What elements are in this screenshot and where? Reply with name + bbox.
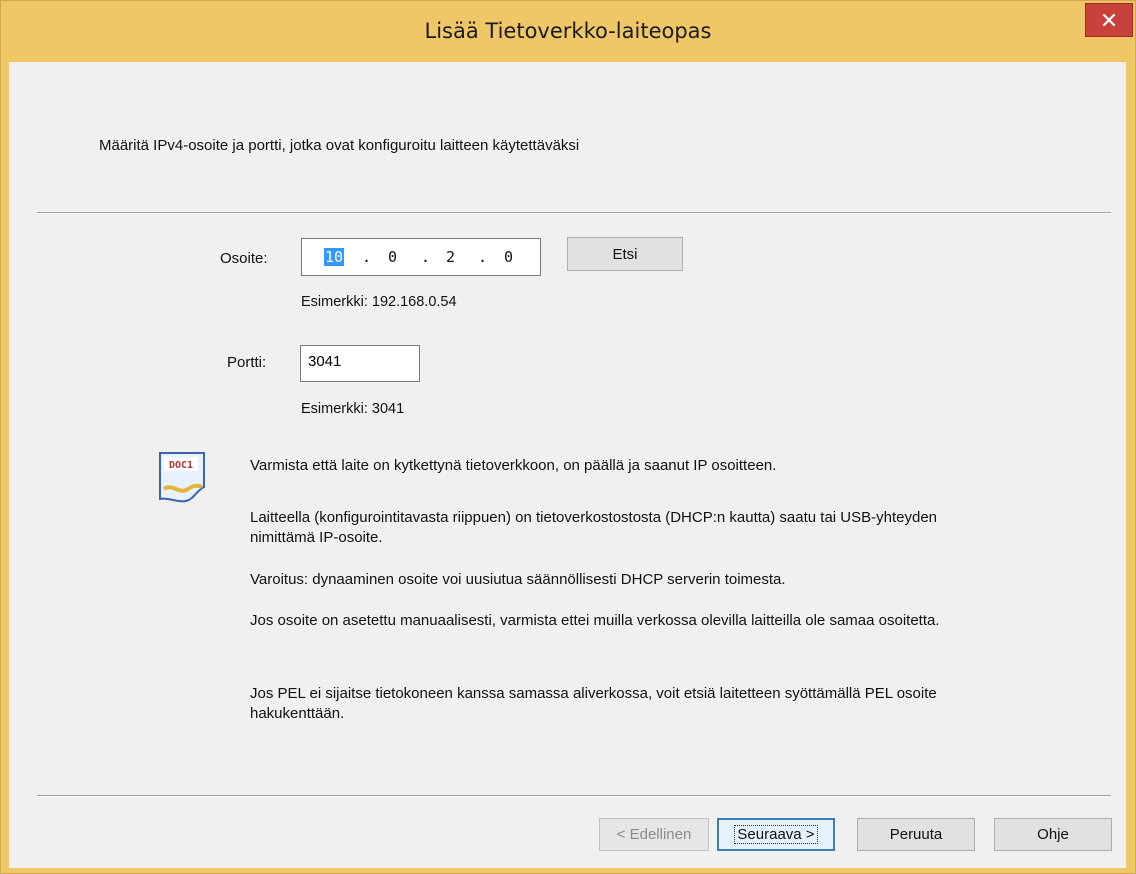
ip-separator: . (421, 248, 431, 266)
bottom-divider (37, 795, 1111, 797)
document-icon: DOC1 (156, 449, 208, 505)
svg-text:DOC1: DOC1 (169, 460, 193, 471)
address-label: Osoite: (220, 250, 268, 267)
info-paragraph-5b: hakukenttään. (250, 705, 345, 722)
ip-address-input[interactable]: 10 . 0 . 2 . 0 (301, 238, 541, 276)
info-paragraph-5a: Jos PEL ei sijaitse tietokoneen kanssa s… (250, 685, 937, 702)
address-hint: Esimerkki: 192.168.0.54 (301, 294, 457, 310)
help-button-label: Ohje (1037, 826, 1069, 843)
next-button[interactable]: Seuraava > (717, 818, 835, 851)
close-button[interactable] (1085, 3, 1133, 37)
ip-octet-2[interactable]: 0 (388, 248, 397, 266)
port-hint: Esimerkki: 3041 (301, 401, 405, 417)
info-paragraph-3: Varoitus: dynaaminen osoite voi uusiutua… (250, 571, 786, 588)
ip-separator: . (362, 248, 372, 266)
help-button[interactable]: Ohje (994, 818, 1112, 851)
ip-octet-1[interactable]: 10 (324, 248, 345, 266)
info-paragraph-1: Varmista että laite on kytkettynä tietov… (250, 457, 777, 474)
back-button-label: < Edellinen (616, 826, 692, 843)
info-paragraph-4: Jos osoite on asetettu manuaalisesti, va… (250, 612, 940, 629)
info-paragraph-2b: nimittämä IP-osoite. (250, 529, 383, 546)
close-icon (1102, 13, 1116, 27)
port-input[interactable]: 3041 (300, 345, 420, 382)
info-paragraph-2a: Laitteella (konfigurointitavasta riippue… (250, 509, 938, 526)
search-button[interactable]: Etsi (567, 237, 683, 271)
top-divider (37, 212, 1111, 214)
title-bar[interactable]: Lisää Tietoverkko-laiteopas (1, 1, 1135, 63)
next-button-label: Seuraava > (734, 825, 818, 844)
port-value: 3041 (308, 353, 342, 370)
window-title: Lisää Tietoverkko-laiteopas (424, 19, 712, 43)
search-button-label: Etsi (612, 245, 638, 263)
port-label: Portti: (227, 354, 267, 371)
back-button[interactable]: < Edellinen (599, 818, 709, 851)
ip-octet-3[interactable]: 2 (446, 248, 455, 266)
cancel-button[interactable]: Peruuta (857, 818, 975, 851)
cancel-button-label: Peruuta (889, 826, 943, 843)
page-heading: Määritä IPv4-osoite ja portti, jotka ova… (99, 137, 580, 154)
ip-separator: . (478, 248, 488, 266)
ip-octet-4[interactable]: 0 (504, 248, 513, 266)
